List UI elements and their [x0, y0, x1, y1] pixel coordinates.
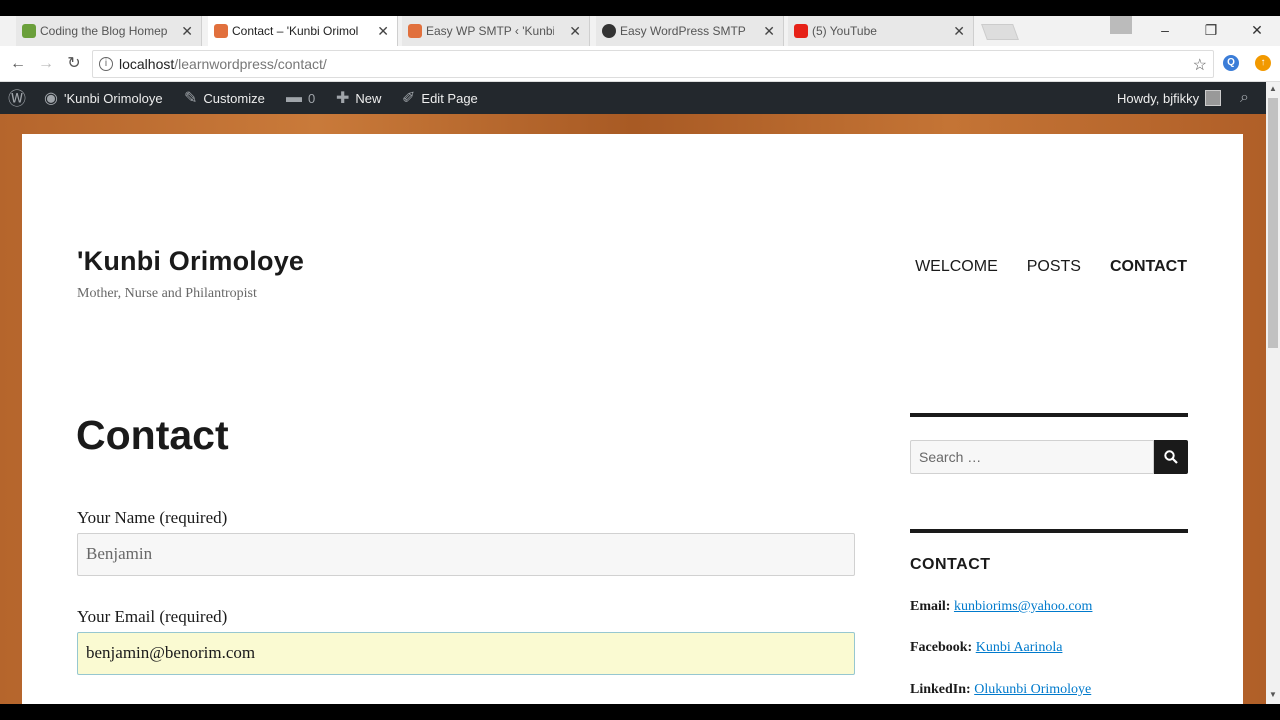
site-description: Mother, Nurse and Philantropist	[77, 286, 257, 301]
email-link[interactable]: kunbiorims@yahoo.com	[954, 599, 1093, 614]
wp-admin-bar: Ⓦ ◉ 'Kunbi Orimoloye ✎ Customize ▬ 0 ✚ N…	[0, 82, 1280, 114]
search-button[interactable]	[1154, 440, 1188, 474]
page-title: Contact	[76, 412, 229, 458]
contact-linkedin: LinkedIn: Olukunbi Orimoloye	[910, 682, 1091, 698]
admin-site-name[interactable]: ◉ 'Kunbi Orimoloye	[44, 82, 163, 114]
scroll-down-icon[interactable]: ▼	[1266, 690, 1280, 699]
admin-site-name-label: 'Kunbi Orimoloye	[63, 90, 163, 106]
scroll-up-icon[interactable]: ▲	[1266, 84, 1280, 93]
new-content-link[interactable]: ✚ New	[336, 82, 381, 114]
search-icon	[1164, 450, 1178, 464]
close-window-icon[interactable]: ✕	[1234, 16, 1280, 44]
forward-icon[interactable]: →	[36, 54, 56, 74]
widget-divider	[910, 529, 1188, 533]
site-title[interactable]: 'Kunbi Orimoloye	[77, 246, 304, 277]
tab-easy-wp-smtp[interactable]: Easy WP SMTP ‹ 'Kunbi C ✕	[402, 16, 590, 46]
tab-title: (5) YouTube	[812, 24, 877, 38]
linkedin-label: LinkedIn:	[910, 682, 971, 697]
linkedin-link[interactable]: Olukunbi Orimoloye	[974, 682, 1091, 697]
close-icon[interactable]: ✕	[953, 23, 965, 40]
close-icon[interactable]: ✕	[763, 23, 775, 40]
page-background: 'Kunbi Orimoloye Mother, Nurse and Phila…	[0, 114, 1266, 704]
name-field[interactable]: Benjamin	[77, 533, 855, 576]
browser-toolbar: ← → ↻ i localhost/learnwordpress/contact…	[0, 46, 1280, 82]
nav-item-contact[interactable]: CONTACT	[1110, 258, 1187, 276]
bookmark-star-icon[interactable]: ☆	[1193, 55, 1207, 75]
nav-item-posts[interactable]: POSTS	[1027, 258, 1081, 276]
email-label: Your Email (required)	[77, 607, 228, 626]
info-icon[interactable]: i	[99, 57, 113, 71]
pencil-icon: ✐	[402, 90, 416, 107]
url-host: localhost	[119, 56, 175, 72]
close-icon[interactable]: ✕	[181, 23, 193, 40]
widget-divider	[910, 413, 1188, 417]
address-bar[interactable]: i localhost/learnwordpress/contact/ ☆	[92, 50, 1214, 78]
nav-item-welcome[interactable]: WELCOME	[915, 258, 998, 276]
new-label: New	[355, 90, 382, 106]
tab-youtube[interactable]: (5) YouTube ✕	[788, 16, 974, 46]
tab-favicon-icon	[794, 24, 808, 38]
site-content: 'Kunbi Orimoloye Mother, Nurse and Phila…	[22, 134, 1243, 704]
bottom-bezel	[0, 704, 1280, 720]
customize-link[interactable]: ✎ Customize	[184, 82, 265, 114]
customize-label: Customize	[203, 90, 265, 106]
search-input[interactable]: Search …	[910, 440, 1154, 474]
comments-count: 0	[308, 90, 316, 106]
back-icon[interactable]: ←	[8, 54, 28, 74]
comment-icon: ▬	[286, 89, 302, 106]
tab-favicon-icon	[602, 24, 616, 38]
tab-favicon-icon	[408, 24, 422, 38]
my-account[interactable]: Howdy, bjfikky	[1117, 82, 1222, 114]
tab-title: Easy WordPress SMTP - S	[620, 24, 748, 38]
plus-icon: ✚	[336, 90, 350, 107]
new-tab-button[interactable]	[981, 24, 1019, 40]
extension-search-icon[interactable]: Q	[1223, 55, 1239, 71]
extension-update-icon[interactable]: ↑	[1255, 55, 1271, 71]
tab-easy-wordpress-smtp[interactable]: Easy WordPress SMTP - S ✕	[596, 16, 784, 46]
tab-favicon-icon	[22, 24, 36, 38]
close-icon[interactable]: ✕	[377, 23, 389, 40]
wordpress-logo-icon[interactable]: Ⓦ	[8, 82, 32, 114]
profile-icon[interactable]	[1110, 16, 1132, 34]
tab-title: Easy WP SMTP ‹ 'Kunbi C	[426, 24, 554, 38]
tab-title: Contact – 'Kunbi Orimol	[232, 24, 359, 38]
reload-icon[interactable]: ↻	[64, 54, 84, 74]
tab-coding-blog[interactable]: Coding the Blog Homep ✕	[16, 16, 202, 46]
tab-contact[interactable]: Contact – 'Kunbi Orimol ✕	[208, 16, 398, 46]
tab-favicon-icon	[214, 24, 228, 38]
tab-title: Coding the Blog Homep	[40, 24, 168, 38]
close-icon[interactable]: ✕	[569, 23, 581, 40]
howdy-label: Howdy, bjfikky	[1117, 90, 1200, 106]
edit-page-label: Edit Page	[421, 90, 478, 106]
contact-widget-title: CONTACT	[910, 556, 991, 573]
email-label: Email:	[910, 599, 951, 614]
avatar	[1205, 90, 1222, 106]
scrollbar-thumb[interactable]	[1268, 98, 1278, 348]
minimize-icon[interactable]: –	[1142, 16, 1188, 44]
brush-icon: ✎	[184, 90, 198, 107]
dashboard-icon: ◉	[44, 90, 58, 107]
name-label: Your Name (required)	[77, 508, 228, 527]
url-path: /learnwordpress/contact/	[174, 56, 327, 72]
edit-page-link[interactable]: ✐ Edit Page	[402, 82, 478, 114]
contact-email: Email: kunbiorims@yahoo.com	[910, 599, 1092, 615]
page-scrollbar[interactable]: ▲ ▼	[1266, 82, 1280, 704]
email-field[interactable]: benjamin@benorim.com	[77, 632, 855, 675]
top-bezel	[0, 0, 1280, 16]
contact-facebook: Facebook: Kunbi Aarinola	[910, 640, 1062, 656]
facebook-label: Facebook:	[910, 640, 973, 655]
tab-strip: Coding the Blog Homep ✕ Contact – 'Kunbi…	[0, 16, 1280, 46]
admin-search-icon[interactable]: ⌕	[1240, 82, 1249, 114]
comments-link[interactable]: ▬ 0	[286, 82, 315, 114]
restore-icon[interactable]: ❐	[1188, 16, 1234, 44]
main-navigation: WELCOME POSTS CONTACT	[915, 258, 1187, 276]
window-controls: – ❐ ✕	[1142, 16, 1280, 44]
facebook-link[interactable]: Kunbi Aarinola	[976, 640, 1063, 655]
